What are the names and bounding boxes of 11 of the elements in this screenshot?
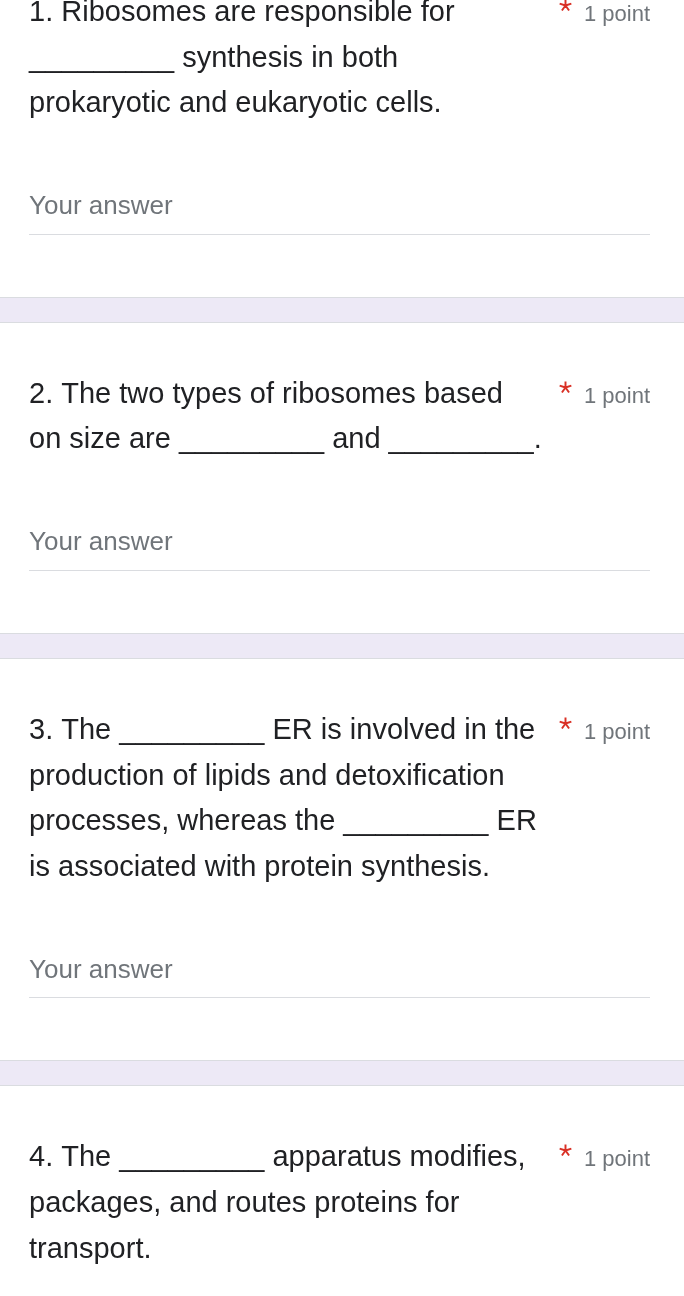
points-label: 1 point (583, 718, 650, 744)
answer-field[interactable]: Your answer (29, 521, 650, 571)
points-label: 1 point (583, 1146, 650, 1172)
answer-field[interactable]: Your answer (29, 185, 650, 235)
question-text: 4. The _________ apparatus modifies, packages, and routes proteins for transport. (29, 1139, 527, 1266)
answer-field[interactable]: Your answer (29, 949, 650, 999)
question-text: 2. The two types of ribosomes based on size are _________ and _________. (29, 375, 543, 457)
points-label: 1 point (583, 382, 650, 408)
question-text: 3. The _________ ER is involved in the production of lipids and detoxification processes, whereas the _________ ER is associated with protein synthesis. (29, 711, 538, 884)
question-text: 1. Ribosomes are responsible for _________ synthesis in both prokaryotic and eukaryotic cells. (29, 0, 456, 121)
points-label: 1 point (583, 1, 650, 26)
